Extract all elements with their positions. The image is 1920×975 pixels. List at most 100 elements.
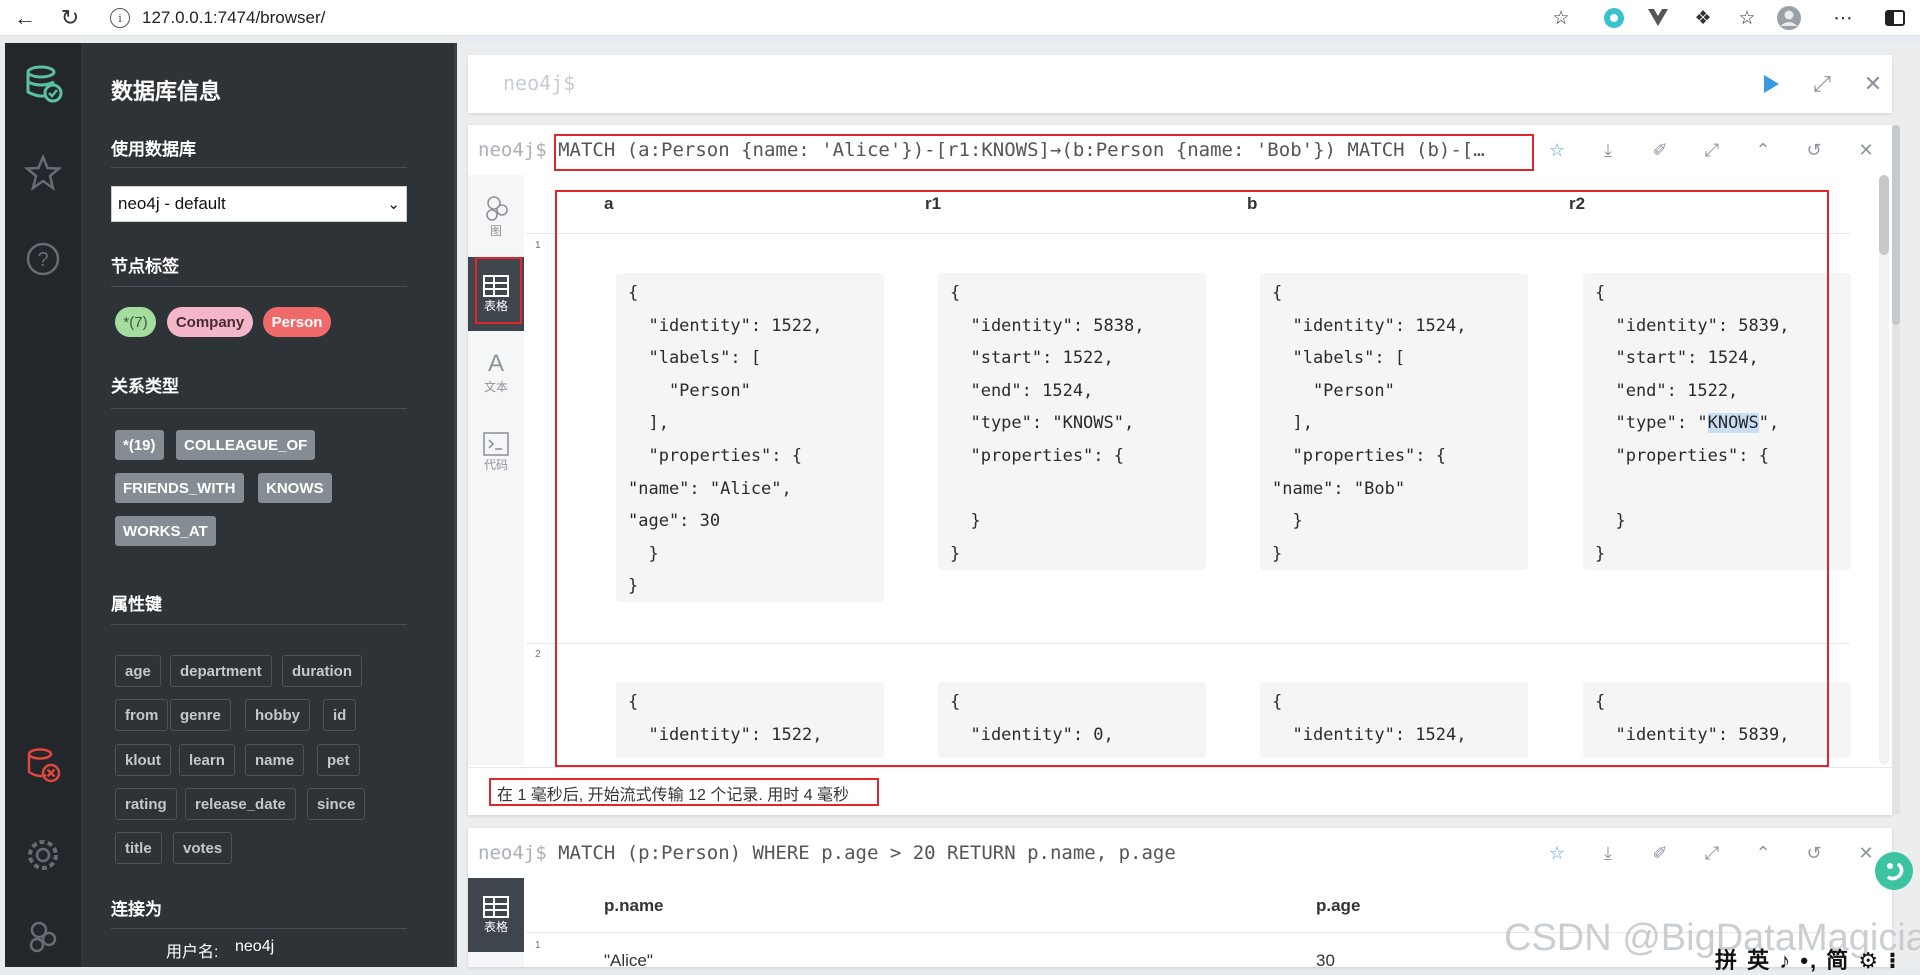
property-key[interactable]: name — [245, 744, 305, 776]
ime-status-bar: 拼 英 ♪ •, 简 ⚙ ⁝ — [1715, 948, 1899, 973]
settings-gear-icon[interactable] — [23, 835, 63, 875]
address-bar[interactable]: i 127.0.0.1:7474/browser/ — [100, 4, 1582, 32]
node-label-company[interactable]: Company — [167, 307, 253, 337]
editor-prompt: neo4j$ — [503, 71, 576, 95]
page-scrollbar[interactable] — [1892, 125, 1900, 325]
tab-graph[interactable]: 图 — [468, 179, 524, 253]
column-header-p-age: p.age — [1316, 896, 1361, 915]
property-key[interactable]: from — [115, 699, 169, 731]
username-label: 用户名: — [166, 944, 219, 961]
property-key[interactable]: genre — [170, 699, 231, 731]
favorites-star-icon[interactable] — [23, 153, 63, 193]
collapse-chevron-up-icon[interactable]: ⌃ — [1751, 138, 1775, 162]
reload-icon[interactable]: ↻ — [55, 3, 85, 33]
profile-avatar-icon[interactable] — [1776, 5, 1802, 31]
query-editor[interactable]: neo4j$ ⤢ ✕ — [468, 55, 1892, 113]
tab-text-label: 文本 — [483, 379, 508, 394]
about-neo4j-icon[interactable] — [23, 917, 63, 957]
site-info-icon[interactable]: i — [110, 8, 130, 28]
node-label-all[interactable]: *(7) — [115, 307, 156, 337]
rel-type-all[interactable]: *(19) — [115, 430, 164, 460]
database-select[interactable]: neo4j - default ⌄ — [111, 186, 407, 222]
bookmark-star-icon[interactable]: ☆ — [1548, 5, 1574, 31]
help-icon[interactable]: ? — [23, 239, 63, 279]
status-divider — [468, 767, 1892, 768]
frame-query[interactable]: neo4j$ MATCH (a:Person {name: 'Alice'})-… — [478, 139, 1485, 161]
pin-icon[interactable]: ✐ — [1648, 841, 1672, 865]
frame-header: neo4j$ MATCH (p:Person) WHERE p.age > 20… — [468, 828, 1892, 878]
sidebar-toggle-icon[interactable] — [1882, 5, 1908, 31]
divider — [111, 167, 407, 168]
assistant-floating-icon[interactable] — [1874, 851, 1914, 891]
property-keys-heading: 属性键 — [111, 595, 162, 614]
row-number: 1 — [535, 940, 541, 951]
database-info-drawer: 数据库信息 使用数据库 neo4j - default ⌄ 节点标签 *(7) … — [81, 43, 456, 967]
table-cell: { "identity": 5839, "start": 1524, — [1583, 682, 1851, 758]
more-menu-icon[interactable]: ⋯ — [1830, 5, 1856, 31]
tab-table[interactable]: 表格 — [468, 878, 524, 952]
property-key[interactable]: klout — [115, 744, 171, 776]
tab-table[interactable]: 表格 — [468, 257, 524, 331]
property-key[interactable]: age — [115, 655, 161, 687]
property-key[interactable]: hobby — [245, 699, 310, 731]
tab-code[interactable]: 代码 — [468, 415, 524, 489]
property-key[interactable]: pet — [317, 744, 360, 776]
row-divider — [526, 643, 1850, 644]
rel-type-friends-with[interactable]: FRIENDS_WITH — [115, 473, 244, 503]
column-header-b: b — [1247, 194, 1258, 213]
frame-query[interactable]: neo4j$ MATCH (p:Person) WHERE p.age > 20… — [478, 842, 1176, 864]
database-icon[interactable] — [23, 63, 63, 103]
property-key[interactable]: title — [115, 832, 162, 864]
property-key[interactable]: id — [323, 699, 357, 731]
url-text: 127.0.0.1:7474/browser/ — [142, 8, 326, 27]
property-key[interactable]: rating — [115, 788, 177, 820]
download-icon[interactable]: ⤓ — [1596, 841, 1620, 865]
collapse-chevron-up-icon[interactable]: ⌃ — [1751, 841, 1775, 865]
disconnect-database-icon[interactable] — [23, 745, 63, 785]
property-key[interactable]: release_date — [185, 788, 296, 820]
rerun-icon[interactable]: ↺ — [1802, 841, 1826, 865]
property-key[interactable]: votes — [173, 832, 233, 864]
rel-type-colleague-of[interactable]: COLLEAGUE_OF — [176, 430, 316, 460]
property-key[interactable]: department — [170, 655, 272, 687]
tab-text[interactable]: A 文本 — [468, 335, 524, 409]
view-tabs: 表格 — [468, 878, 524, 967]
graph-icon — [486, 195, 508, 221]
extension-vue-icon[interactable] — [1645, 5, 1671, 31]
column-header-r2: r2 — [1569, 194, 1586, 213]
node-label-person[interactable]: Person — [263, 307, 331, 337]
selected-text-highlight: KNOWS — [1707, 413, 1759, 434]
close-icon[interactable]: ✕ — [1860, 71, 1886, 97]
close-icon[interactable]: ✕ — [1854, 138, 1878, 162]
column-header-r1: r1 — [925, 194, 942, 213]
download-icon[interactable]: ⤓ — [1596, 138, 1620, 162]
fullscreen-icon[interactable]: ⤢ — [1700, 138, 1724, 162]
row-number: 2 — [535, 649, 541, 660]
table-cell: { "identity": 1524, "labels": [ "Person"… — [1260, 273, 1528, 570]
back-arrow-icon[interactable]: ← — [10, 3, 40, 33]
cell-text-after: ", "properties": { } } — [1595, 413, 1780, 564]
run-play-icon[interactable] — [1758, 71, 1784, 97]
property-key[interactable]: learn — [179, 744, 235, 776]
save-favorite-star-icon[interactable]: ☆ — [1545, 841, 1569, 865]
node-labels-heading: 节点标签 — [111, 257, 179, 276]
save-favorite-star-icon[interactable]: ☆ — [1545, 138, 1569, 162]
table-cell: "Alice" — [604, 951, 653, 970]
extensions-puzzle-icon[interactable]: ❖ — [1690, 5, 1716, 31]
property-key[interactable]: duration — [282, 655, 362, 687]
extension-teal-icon[interactable] — [1601, 5, 1627, 31]
favorites-icon[interactable]: ☆ — [1734, 5, 1760, 31]
text-icon: A — [487, 349, 504, 377]
status-text: 在 1 毫秒后, 开始流式传输 12 个记录. 用时 4 毫秒 — [497, 787, 850, 804]
fullscreen-icon[interactable]: ⤢ — [1700, 841, 1724, 865]
pin-icon[interactable]: ✐ — [1648, 138, 1672, 162]
relationship-types-heading: 关系类型 — [111, 377, 179, 396]
rel-type-knows[interactable]: KNOWS — [258, 473, 332, 503]
rerun-icon[interactable]: ↺ — [1802, 138, 1826, 162]
property-key[interactable]: since — [307, 788, 366, 820]
table-scrollbar[interactable] — [1879, 175, 1889, 255]
tab-graph-label: 图 — [489, 223, 502, 238]
column-header-a: a — [604, 194, 614, 213]
rel-type-works-at[interactable]: WORKS_AT — [115, 516, 216, 546]
expand-icon[interactable]: ⤢ — [1809, 71, 1835, 97]
